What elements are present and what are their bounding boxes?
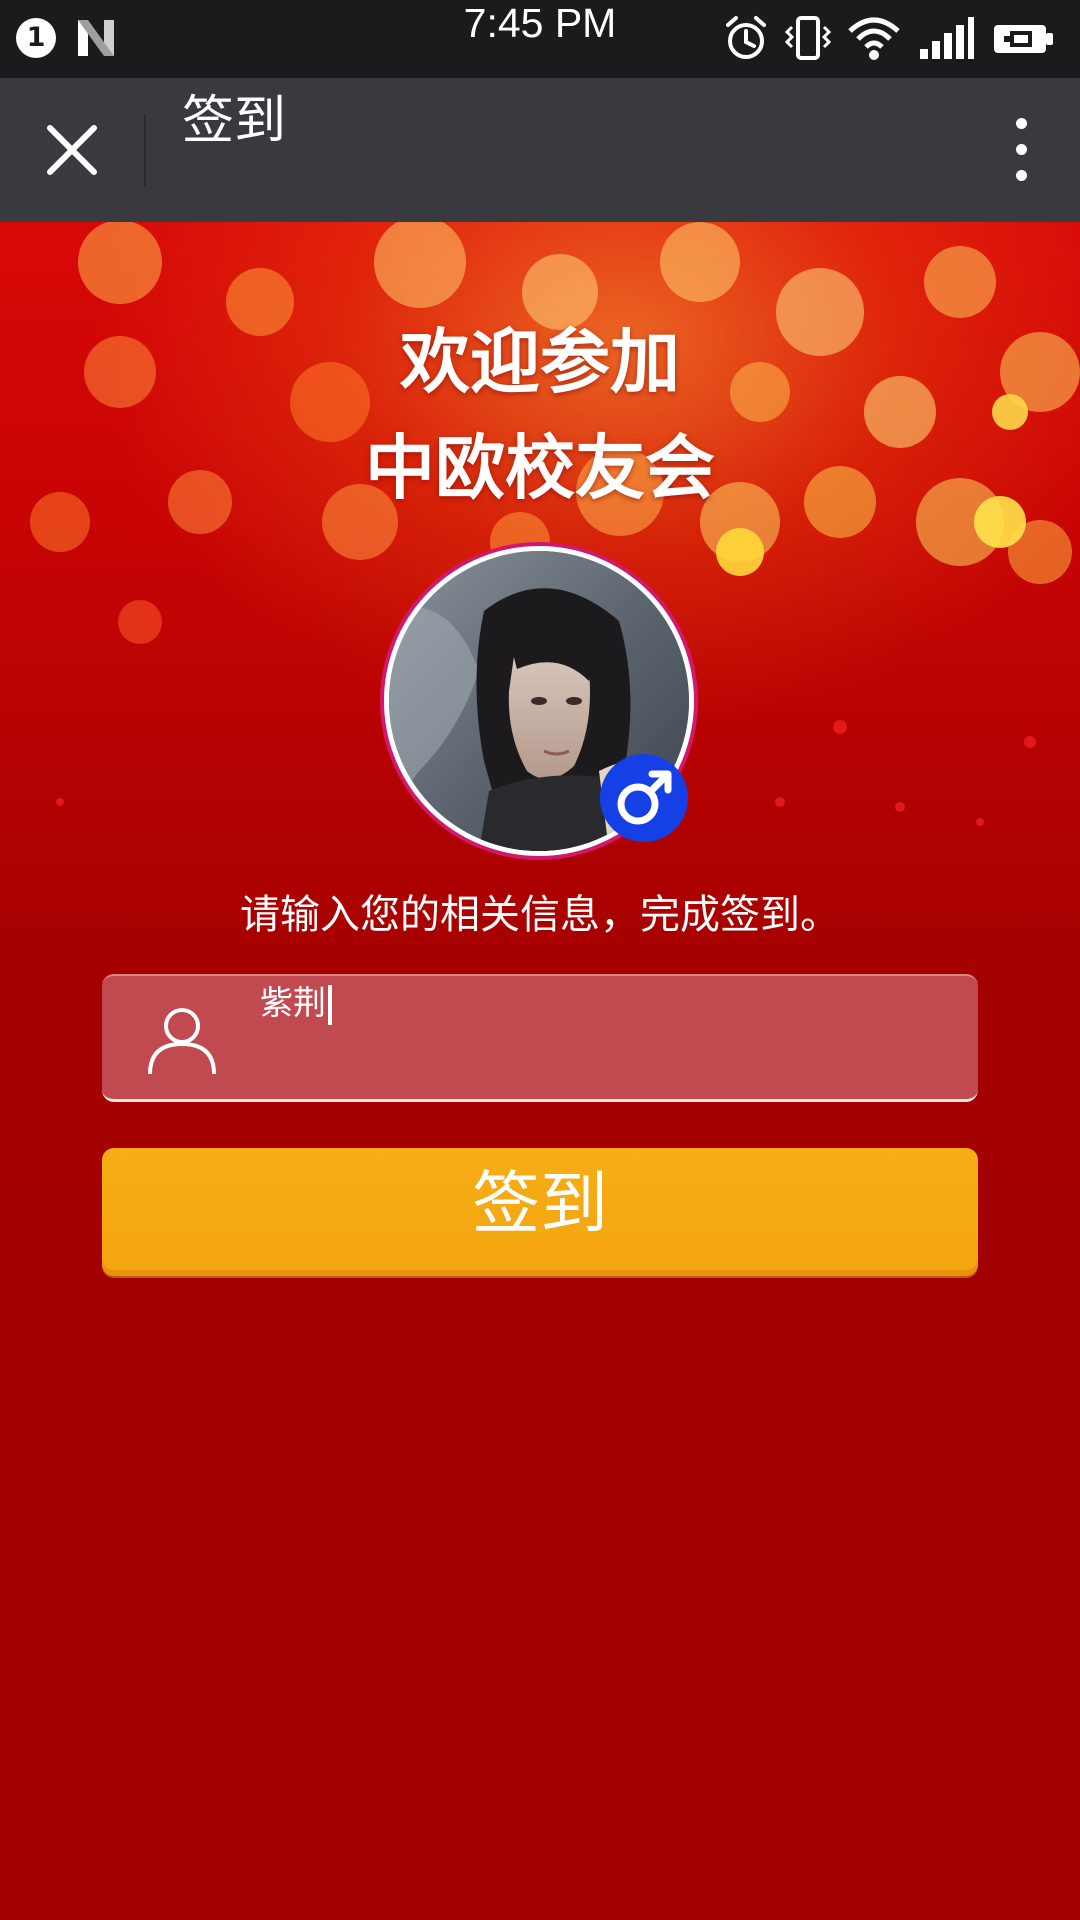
checkin-button[interactable]: 签到: [102, 1148, 978, 1276]
close-icon: [47, 125, 97, 175]
alarm-icon: [726, 16, 766, 59]
welcome-line-2: 中欧校友会: [365, 427, 715, 509]
name-input-field[interactable]: 紫荆: [102, 974, 978, 1102]
text-cursor: [328, 984, 332, 1025]
vibrate-icon: [784, 16, 832, 60]
close-button[interactable]: [30, 108, 114, 192]
welcome-line-1: 欢迎参加: [400, 321, 680, 403]
more-vertical-icon: [1016, 118, 1027, 129]
instruction-text: 请输入您的相关信息，完成签到。: [240, 892, 840, 938]
user-icon: [148, 1008, 216, 1075]
avatar-container: [384, 546, 696, 858]
gender-male-badge: [600, 754, 688, 842]
battery-icon: [994, 25, 1053, 53]
more-options-button[interactable]: [1004, 114, 1040, 186]
status-right: [724, 15, 1064, 63]
title-bar: 签到: [0, 78, 1080, 222]
wifi-icon: [848, 17, 900, 60]
title-divider: [144, 114, 146, 186]
name-input[interactable]: 紫荆: [260, 976, 332, 1100]
status-bar: 1 7:45 PM: [0, 0, 1080, 78]
checkin-page: 欢迎参加 中欧校友会 请输入您的相关信息，完成签到。 紫荆 签到: [0, 222, 1080, 1920]
page-title: 签到: [182, 91, 287, 151]
signal-icon: [920, 17, 974, 59]
name-input-value: 紫荆: [260, 983, 326, 1022]
male-symbol-icon: [617, 770, 672, 825]
